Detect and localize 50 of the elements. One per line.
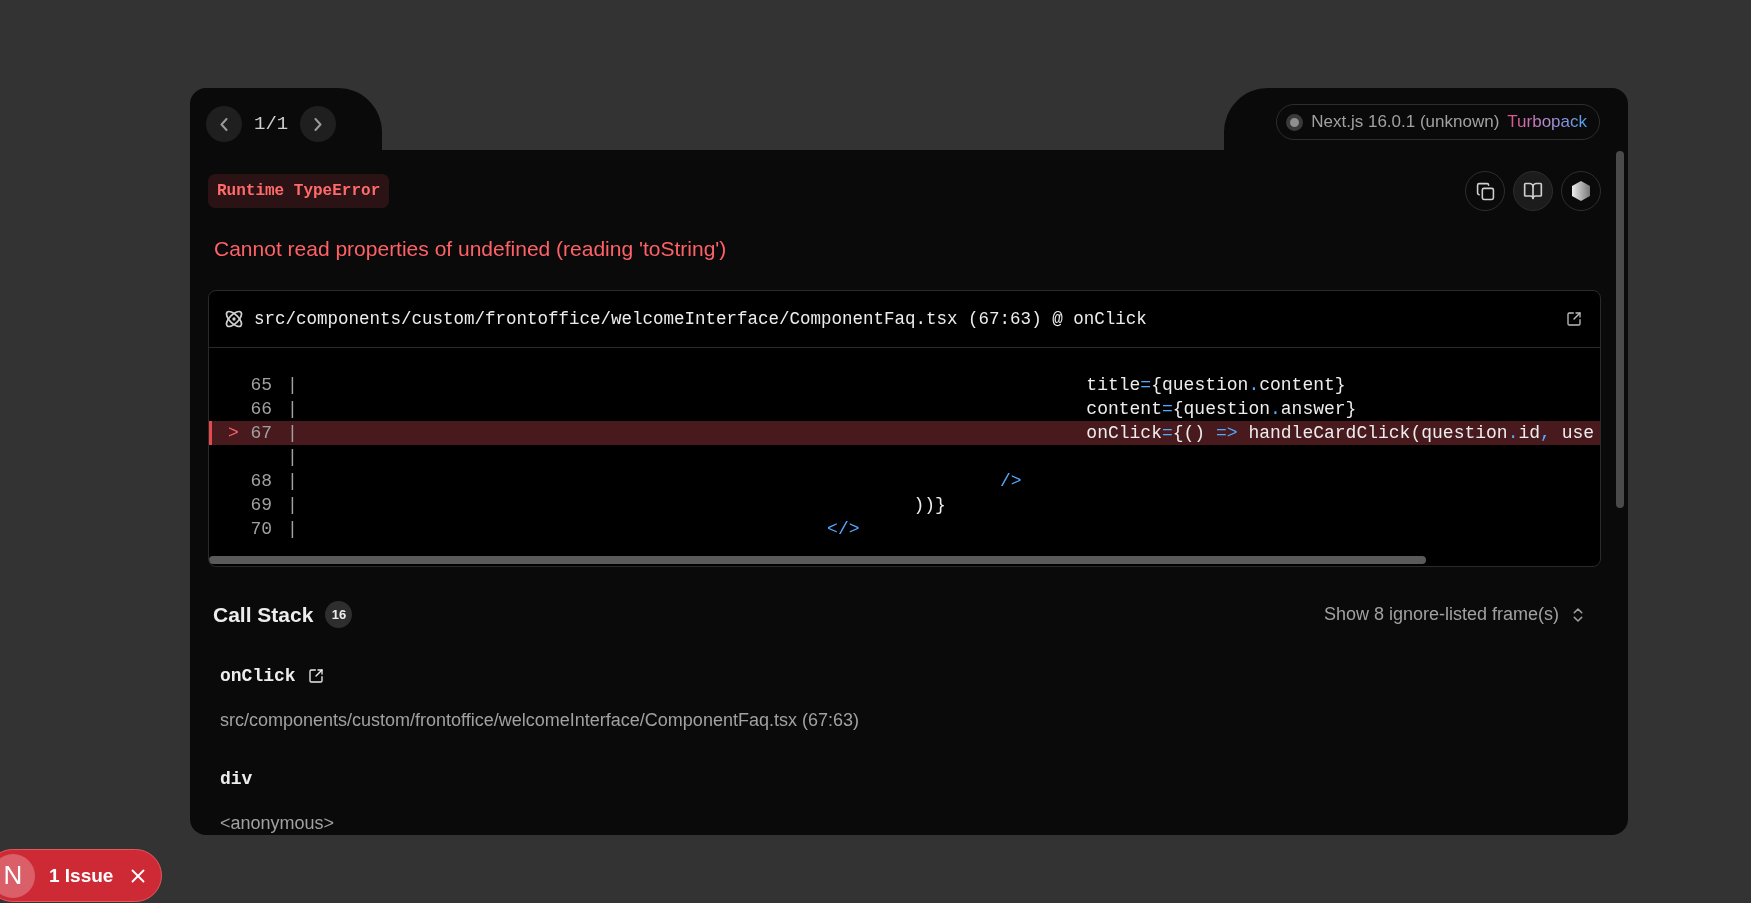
gutter-text: | <box>287 495 298 515</box>
code-text: /> <box>998 471 1022 491</box>
section-title: Call Stack <box>213 602 314 627</box>
line-number: 66 <box>250 399 272 419</box>
version-label: Next.js 16.0.1 (unknown) <box>1311 112 1500 132</box>
gutter-text: | <box>287 423 298 443</box>
gutter-text: | <box>287 519 298 539</box>
count-badge: 16 <box>325 601 353 628</box>
error-message: Cannot read properties of undefined (reading 'toString') <box>214 237 728 261</box>
next-button[interactable] <box>300 106 337 142</box>
code-text: </> <box>826 519 860 539</box>
gutter-text: | <box>287 471 298 491</box>
hexagon-icon <box>1571 180 1591 202</box>
version-badge[interactable]: Next.js 16.0.1 (unknown) Turbopack <box>1276 104 1600 140</box>
code-text: content={question.answer} <box>1085 399 1357 419</box>
external-link-icon[interactable] <box>1566 311 1582 327</box>
function-name: div <box>220 769 253 789</box>
function-name: onClick <box>220 666 296 686</box>
gutter-text: | <box>287 375 298 395</box>
line-number: 70 <box>250 519 272 539</box>
file-path: src/components/custom/frontoffice/welcomeInterface/ComponentFaq.tsx (67:63) @ onClick <box>254 309 1148 329</box>
scrollbar[interactable] <box>209 556 1426 564</box>
code-text: ))} <box>912 495 946 515</box>
page-counter: 1/1 <box>253 113 290 135</box>
code-text: onClick={() => handleCardClick(question.id, use <box>1085 423 1595 443</box>
book-icon <box>1523 181 1543 201</box>
scrollbar[interactable] <box>1616 151 1624 508</box>
logo: N <box>0 853 35 898</box>
atom-icon <box>224 309 244 329</box>
docs-button[interactable] <box>1513 171 1553 211</box>
code-text: title={question.content} <box>1085 375 1346 395</box>
line-number: 69 <box>250 495 272 515</box>
previous-button[interactable] <box>206 106 242 142</box>
line-number: 65 <box>250 375 272 395</box>
line-number: 67 <box>250 423 272 443</box>
ignore-listed-toggle[interactable]: Show 8 ignore-listed frame(s) <box>1323 604 1587 625</box>
gutter-text: | <box>287 399 298 419</box>
copy-icon <box>1475 181 1495 201</box>
frame-location: <anonymous> <box>220 813 336 834</box>
issue-badge[interactable]: N 1 Issue <box>0 849 162 902</box>
issue-count: 1 Issue <box>49 864 114 887</box>
chevron-right-icon <box>314 117 323 131</box>
bundler-label: Turbopack <box>1507 112 1587 132</box>
line-marker: > <box>228 423 239 443</box>
frame-location: src/components/custom/frontoffice/welcomeInterface/ComponentFaq.tsx (67:63) <box>220 710 860 731</box>
status-dot <box>1286 113 1304 131</box>
error-type-label: Runtime TypeError <box>208 174 390 208</box>
line-number: 68 <box>250 471 272 491</box>
chevron-left-icon <box>220 117 228 131</box>
gutter-text: | <box>287 447 298 467</box>
